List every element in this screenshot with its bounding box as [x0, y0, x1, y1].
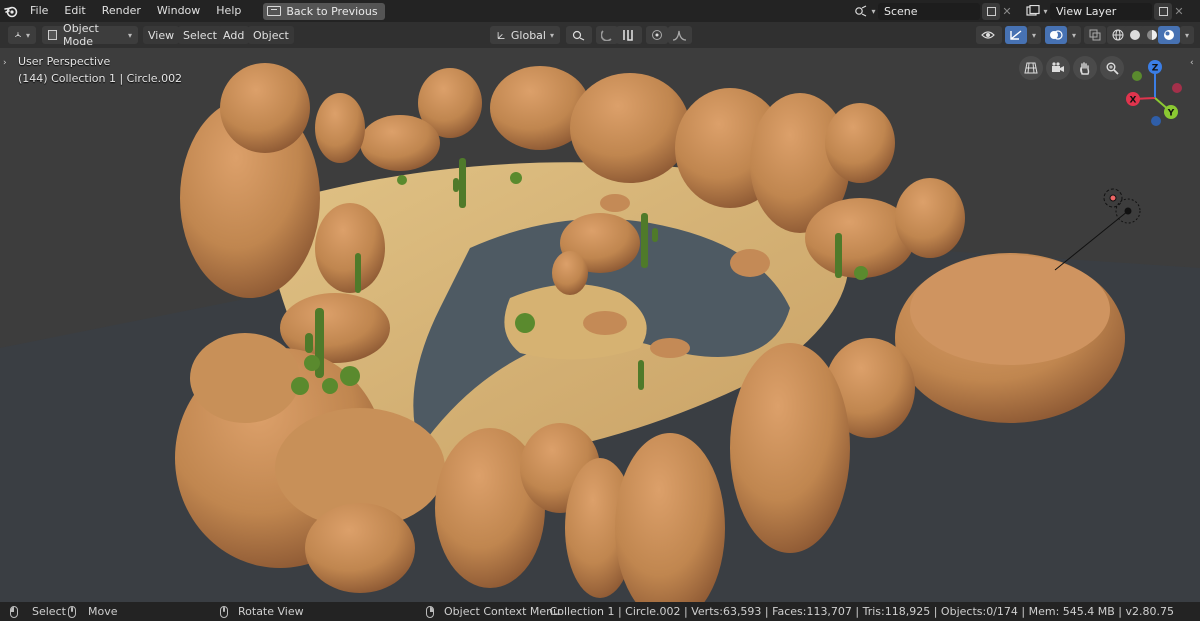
desert-canyon-scene — [0, 63, 1200, 602]
screen-icon — [267, 6, 282, 16]
menu-file[interactable]: File — [22, 0, 56, 22]
scene-statistics: Collection 1 | Circle.002 | Verts:63,593… — [549, 605, 1174, 618]
status-bar: Select Move Rotate View Object Context M… — [0, 602, 1200, 621]
rock-mesa-top — [910, 255, 1110, 365]
copy-icon — [986, 6, 996, 16]
editor-type-button[interactable]: ▾ — [8, 26, 36, 44]
scene-name-field[interactable]: Scene — [878, 2, 980, 20]
rock-stack — [730, 343, 850, 553]
remove-view-layer-icon[interactable]: ✕ — [1172, 3, 1186, 20]
mouse-left-icon — [10, 605, 18, 618]
perspective-label: User Perspective — [18, 55, 111, 68]
scene-name-text: Scene — [884, 4, 918, 18]
copy-icon — [1158, 6, 1168, 16]
gizmo-neg-x[interactable] — [1172, 83, 1182, 93]
rock — [552, 251, 588, 295]
rendered-shading-icon[interactable] — [1158, 26, 1180, 44]
xray-toggle-icon[interactable] — [1084, 26, 1106, 44]
orientation-label: Global — [510, 28, 546, 42]
menu-help[interactable]: Help — [208, 0, 249, 22]
view-layer-field[interactable]: View Layer — [1050, 2, 1152, 20]
3d-viewport[interactable]: User Perspective (144) Collection 1 | Ci… — [0, 48, 1200, 602]
rock — [305, 503, 415, 593]
menu-add[interactable]: Add — [218, 26, 250, 44]
rock — [825, 103, 895, 183]
status-move: Move — [68, 602, 118, 621]
rock-stack — [220, 63, 310, 153]
rock — [360, 115, 440, 171]
mode-dropdown[interactable]: Object Mode ▾ — [42, 22, 138, 48]
new-view-layer-button[interactable] — [1154, 2, 1172, 20]
rock — [895, 178, 965, 258]
snap-element-icon[interactable] — [616, 26, 642, 44]
toolbar-expand-icon[interactable]: › — [3, 58, 13, 72]
transform-orientation-dropdown[interactable]: Global ▾ — [490, 26, 560, 44]
3d-viewport-icon — [14, 32, 22, 38]
status-rotate-label: Rotate View — [238, 605, 304, 618]
gizmo-x-label: X — [1130, 96, 1137, 106]
toggle-grid-icon[interactable] — [1019, 56, 1043, 80]
snap-magnet-icon[interactable] — [596, 26, 618, 44]
camera-view-icon[interactable] — [1046, 56, 1070, 80]
collection-label: (144) Collection 1 | Circle.002 — [18, 72, 183, 85]
pebble — [730, 249, 770, 277]
gizmo-y-label: Y — [1167, 109, 1175, 119]
blender-logo-icon[interactable] — [0, 0, 22, 22]
view-layer-browse-icon[interactable]: ▾ — [1024, 2, 1050, 20]
pivot-point-icon[interactable] — [566, 26, 592, 44]
viewport-header: ▾ Object Mode ▾ View Select Add Object G… — [0, 22, 1200, 48]
mode-label: Object Mode — [63, 22, 99, 48]
pebble — [583, 311, 627, 335]
overlays-toggle-icon[interactable] — [1045, 26, 1067, 44]
new-scene-button[interactable] — [982, 2, 1000, 20]
object-mode-icon — [48, 30, 58, 40]
rock — [315, 203, 385, 293]
mouse-middle-icon — [220, 605, 228, 618]
status-rotate: Rotate View — [220, 602, 304, 621]
sidebar-expand-icon[interactable]: ‹ — [1190, 58, 1200, 72]
gizmo-z-label: Z — [1152, 64, 1159, 74]
menu-render[interactable]: Render — [94, 0, 149, 22]
pebble — [600, 194, 630, 212]
top-bar: File Edit Render Window Help Back to Pre… — [0, 0, 1200, 22]
status-move-label: Move — [88, 605, 118, 618]
gizmo-neg-z[interactable] — [1151, 116, 1161, 126]
status-select: Select — [10, 602, 66, 621]
rock — [315, 93, 365, 163]
view-layer-text: View Layer — [1056, 4, 1117, 18]
status-context: Object Context Menu — [426, 602, 560, 621]
back-to-previous-button[interactable]: Back to Previous — [263, 2, 385, 20]
shading-dropdown-icon[interactable]: ▾ — [1180, 26, 1194, 44]
rock — [570, 73, 690, 183]
menu-window[interactable]: Window — [149, 0, 208, 22]
gizmo-dropdown-icon[interactable]: ▾ — [1027, 26, 1041, 44]
visibility-eye-icon[interactable] — [976, 26, 1002, 44]
mouse-drag-icon — [68, 605, 76, 618]
status-select-label: Select — [32, 605, 66, 618]
status-context-label: Object Context Menu — [444, 605, 561, 618]
gizmo-neg-y[interactable] — [1132, 71, 1142, 81]
menu-edit[interactable]: Edit — [56, 0, 93, 22]
view-layer-selector: ▾ View Layer ✕ — [1024, 2, 1186, 20]
orientation-axes-icon — [497, 32, 505, 39]
back-to-previous-label: Back to Previous — [286, 4, 378, 18]
navigation-gizmo[interactable]: Z X Y — [1120, 58, 1190, 128]
light-object-icon — [1054, 188, 1141, 271]
overlays-dropdown-icon[interactable]: ▾ — [1067, 26, 1081, 44]
pan-hand-icon[interactable] — [1073, 56, 1097, 80]
mouse-right-icon — [426, 605, 434, 618]
menu-view[interactable]: View — [143, 26, 180, 44]
scene-selector: ▾ Scene ✕ — [852, 2, 1014, 20]
gizmo-toggle-icon[interactable] — [1005, 26, 1027, 44]
remove-scene-icon[interactable]: ✕ — [1000, 3, 1014, 20]
scene-browse-icon[interactable]: ▾ — [852, 2, 878, 20]
menu-object[interactable]: Object — [248, 26, 294, 44]
rock-top — [190, 333, 300, 423]
falloff-curve-icon[interactable] — [668, 26, 692, 44]
menu-select[interactable]: Select — [178, 26, 222, 44]
proportional-edit-icon[interactable] — [646, 26, 668, 44]
pebble — [650, 338, 690, 358]
